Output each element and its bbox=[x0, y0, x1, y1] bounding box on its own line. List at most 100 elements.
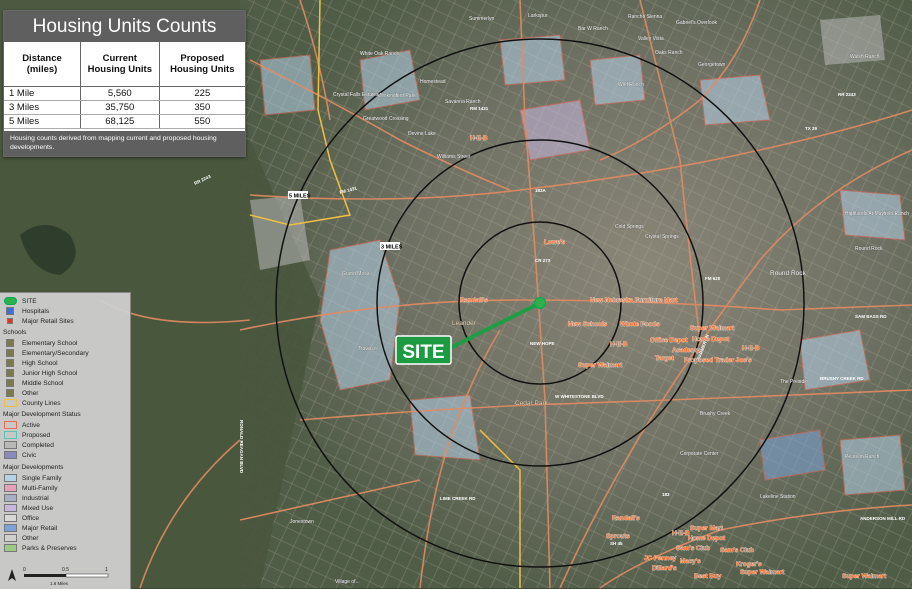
legend-label: Single Family bbox=[22, 475, 62, 482]
legend-label: Mixed Use bbox=[22, 505, 54, 512]
retail-label: H-E-B bbox=[742, 345, 760, 352]
place-label: Highlands At Mayfield Ranch bbox=[845, 211, 909, 217]
retail-label: Super Walmart bbox=[842, 573, 887, 580]
retail-label: Macy's bbox=[680, 558, 701, 565]
table-header-row: Distance (miles) Current Housing Units P… bbox=[4, 42, 245, 87]
row-proposed: 550 bbox=[159, 114, 245, 129]
legend-label: Office bbox=[22, 515, 40, 522]
legend-status-item: Active bbox=[4, 421, 40, 431]
retail-label: Best Buy bbox=[694, 573, 722, 580]
school-icon bbox=[6, 359, 14, 368]
retail-label: New Schools bbox=[568, 321, 608, 328]
legend-dev-item: Mixed Use bbox=[4, 504, 53, 514]
retail-label: Sam's Club bbox=[676, 545, 710, 552]
road-label: 183A bbox=[535, 188, 547, 193]
place-label: Wolf Ranch bbox=[618, 82, 644, 88]
legend-developments-heading: Major Developments bbox=[3, 464, 64, 471]
retail-label: Super Walmart bbox=[690, 325, 735, 332]
school-icon bbox=[6, 369, 14, 378]
ring-label-5: 5 MILES bbox=[289, 194, 311, 200]
place-label: Gabriel's Overlook bbox=[676, 20, 717, 26]
place-label: Savanna Ranch bbox=[445, 99, 481, 105]
legend-label: Other bbox=[22, 535, 39, 542]
retail-label: Super Walmart bbox=[578, 362, 623, 369]
table-row: 1 Mile 5,560 225 bbox=[4, 86, 245, 101]
place-label: Crystal Springs bbox=[645, 234, 679, 240]
scale-tick: 0.5 bbox=[62, 567, 69, 573]
table-row: 5 Miles 68,125 550 bbox=[4, 114, 245, 129]
place-label: Homestead bbox=[420, 79, 446, 85]
retail-label: Academy bbox=[672, 347, 700, 354]
place-label: Greatwood Crossing bbox=[363, 116, 409, 122]
retail-label: JC Penney bbox=[644, 555, 677, 562]
legend-label: Elementary/Secondary bbox=[22, 350, 89, 357]
legend-dev-item: Other bbox=[4, 534, 39, 544]
legend-school-item: High School bbox=[4, 359, 58, 369]
retail-label: Sprouts bbox=[606, 533, 630, 540]
row-current: 5,560 bbox=[80, 86, 160, 101]
dev-swatch bbox=[4, 544, 17, 553]
scale-bar: 0 0.5 1 1.6 Miles bbox=[8, 567, 109, 586]
road-label: TX 29 bbox=[805, 126, 818, 131]
legend-label: Other bbox=[22, 390, 39, 397]
road-label: ANDERSON MILL RD bbox=[860, 516, 906, 521]
road-label: SH 45 bbox=[610, 541, 623, 546]
legend-school-item: Junior High School bbox=[4, 369, 77, 379]
place-label: Village of... bbox=[335, 579, 360, 585]
place-label: Georgetown bbox=[698, 62, 725, 68]
legend-county-lines: County Lines bbox=[4, 399, 61, 409]
legend-label: Junior High School bbox=[22, 370, 78, 377]
legend-label: Hospitals bbox=[22, 308, 50, 315]
retail-label: Lowe's bbox=[544, 239, 566, 246]
row-distance: 5 Miles bbox=[4, 114, 81, 129]
status-swatch bbox=[4, 441, 17, 450]
legend-label: Middle School bbox=[22, 380, 64, 387]
row-proposed: 225 bbox=[159, 86, 245, 101]
legend-dev-item: Multi-Family bbox=[4, 484, 58, 494]
legend-dev-item: Industrial bbox=[4, 494, 49, 504]
legend-label: High School bbox=[22, 360, 58, 367]
legend-label: Industrial bbox=[22, 495, 49, 502]
legend-school-item: Middle School bbox=[4, 379, 63, 389]
dev-swatch bbox=[4, 504, 17, 513]
row-current: 68,125 bbox=[80, 114, 160, 129]
legend-status-item: Civic bbox=[4, 451, 36, 461]
status-swatch bbox=[4, 421, 17, 430]
legend-label: Proposed bbox=[22, 432, 51, 439]
header-distance: Distance (miles) bbox=[4, 42, 81, 87]
legend-item-hospitals: Hospitals bbox=[4, 307, 49, 317]
ring-label-3: 3 MILES bbox=[381, 245, 403, 251]
legend-school-item: Other bbox=[4, 389, 39, 399]
legend-label: Parks & Preserves bbox=[22, 545, 77, 552]
place-label: Leander bbox=[452, 320, 477, 327]
header-current: Current Housing Units bbox=[80, 42, 160, 87]
legend-status-heading: Major Development Status bbox=[3, 411, 81, 418]
road-label: FM 620 bbox=[705, 276, 721, 281]
retail-label: Randall's bbox=[612, 515, 640, 522]
road-label: LIME CREEK RD bbox=[440, 496, 476, 501]
school-icon bbox=[6, 349, 14, 358]
site-point bbox=[534, 297, 546, 309]
housing-counts-table: Distance (miles) Current Housing Units P… bbox=[4, 42, 245, 129]
dev-swatch bbox=[4, 524, 17, 533]
legend-school-item: Elementary/Secondary bbox=[4, 349, 89, 359]
legend-item-site: SITE bbox=[4, 297, 37, 307]
retail-label: Home Depot bbox=[688, 535, 726, 542]
place-label: Valley Vista bbox=[638, 36, 664, 42]
north-arrow-icon bbox=[8, 569, 16, 581]
retail-label: H-E-B bbox=[610, 341, 628, 348]
place-label: Jonestown bbox=[290, 519, 314, 525]
place-label: Grand Mesa bbox=[342, 271, 370, 277]
school-icon bbox=[6, 389, 14, 398]
place-label: Larkspur bbox=[528, 13, 548, 19]
county-line-swatch bbox=[4, 399, 17, 408]
legend-dev-item: Major Retail bbox=[4, 524, 57, 534]
site-legend-icon bbox=[4, 297, 17, 306]
legend-label: Completed bbox=[22, 442, 54, 449]
housing-units-table-panel: Housing Units Counts Distance (miles) Cu… bbox=[3, 10, 246, 157]
row-current: 35,750 bbox=[80, 100, 160, 115]
place-label: Devine Lake bbox=[408, 131, 436, 137]
road-label: RR 2243 bbox=[838, 92, 856, 97]
legend-dev-item: Office bbox=[4, 514, 39, 524]
place-label: Bar W Ranch bbox=[578, 26, 608, 32]
